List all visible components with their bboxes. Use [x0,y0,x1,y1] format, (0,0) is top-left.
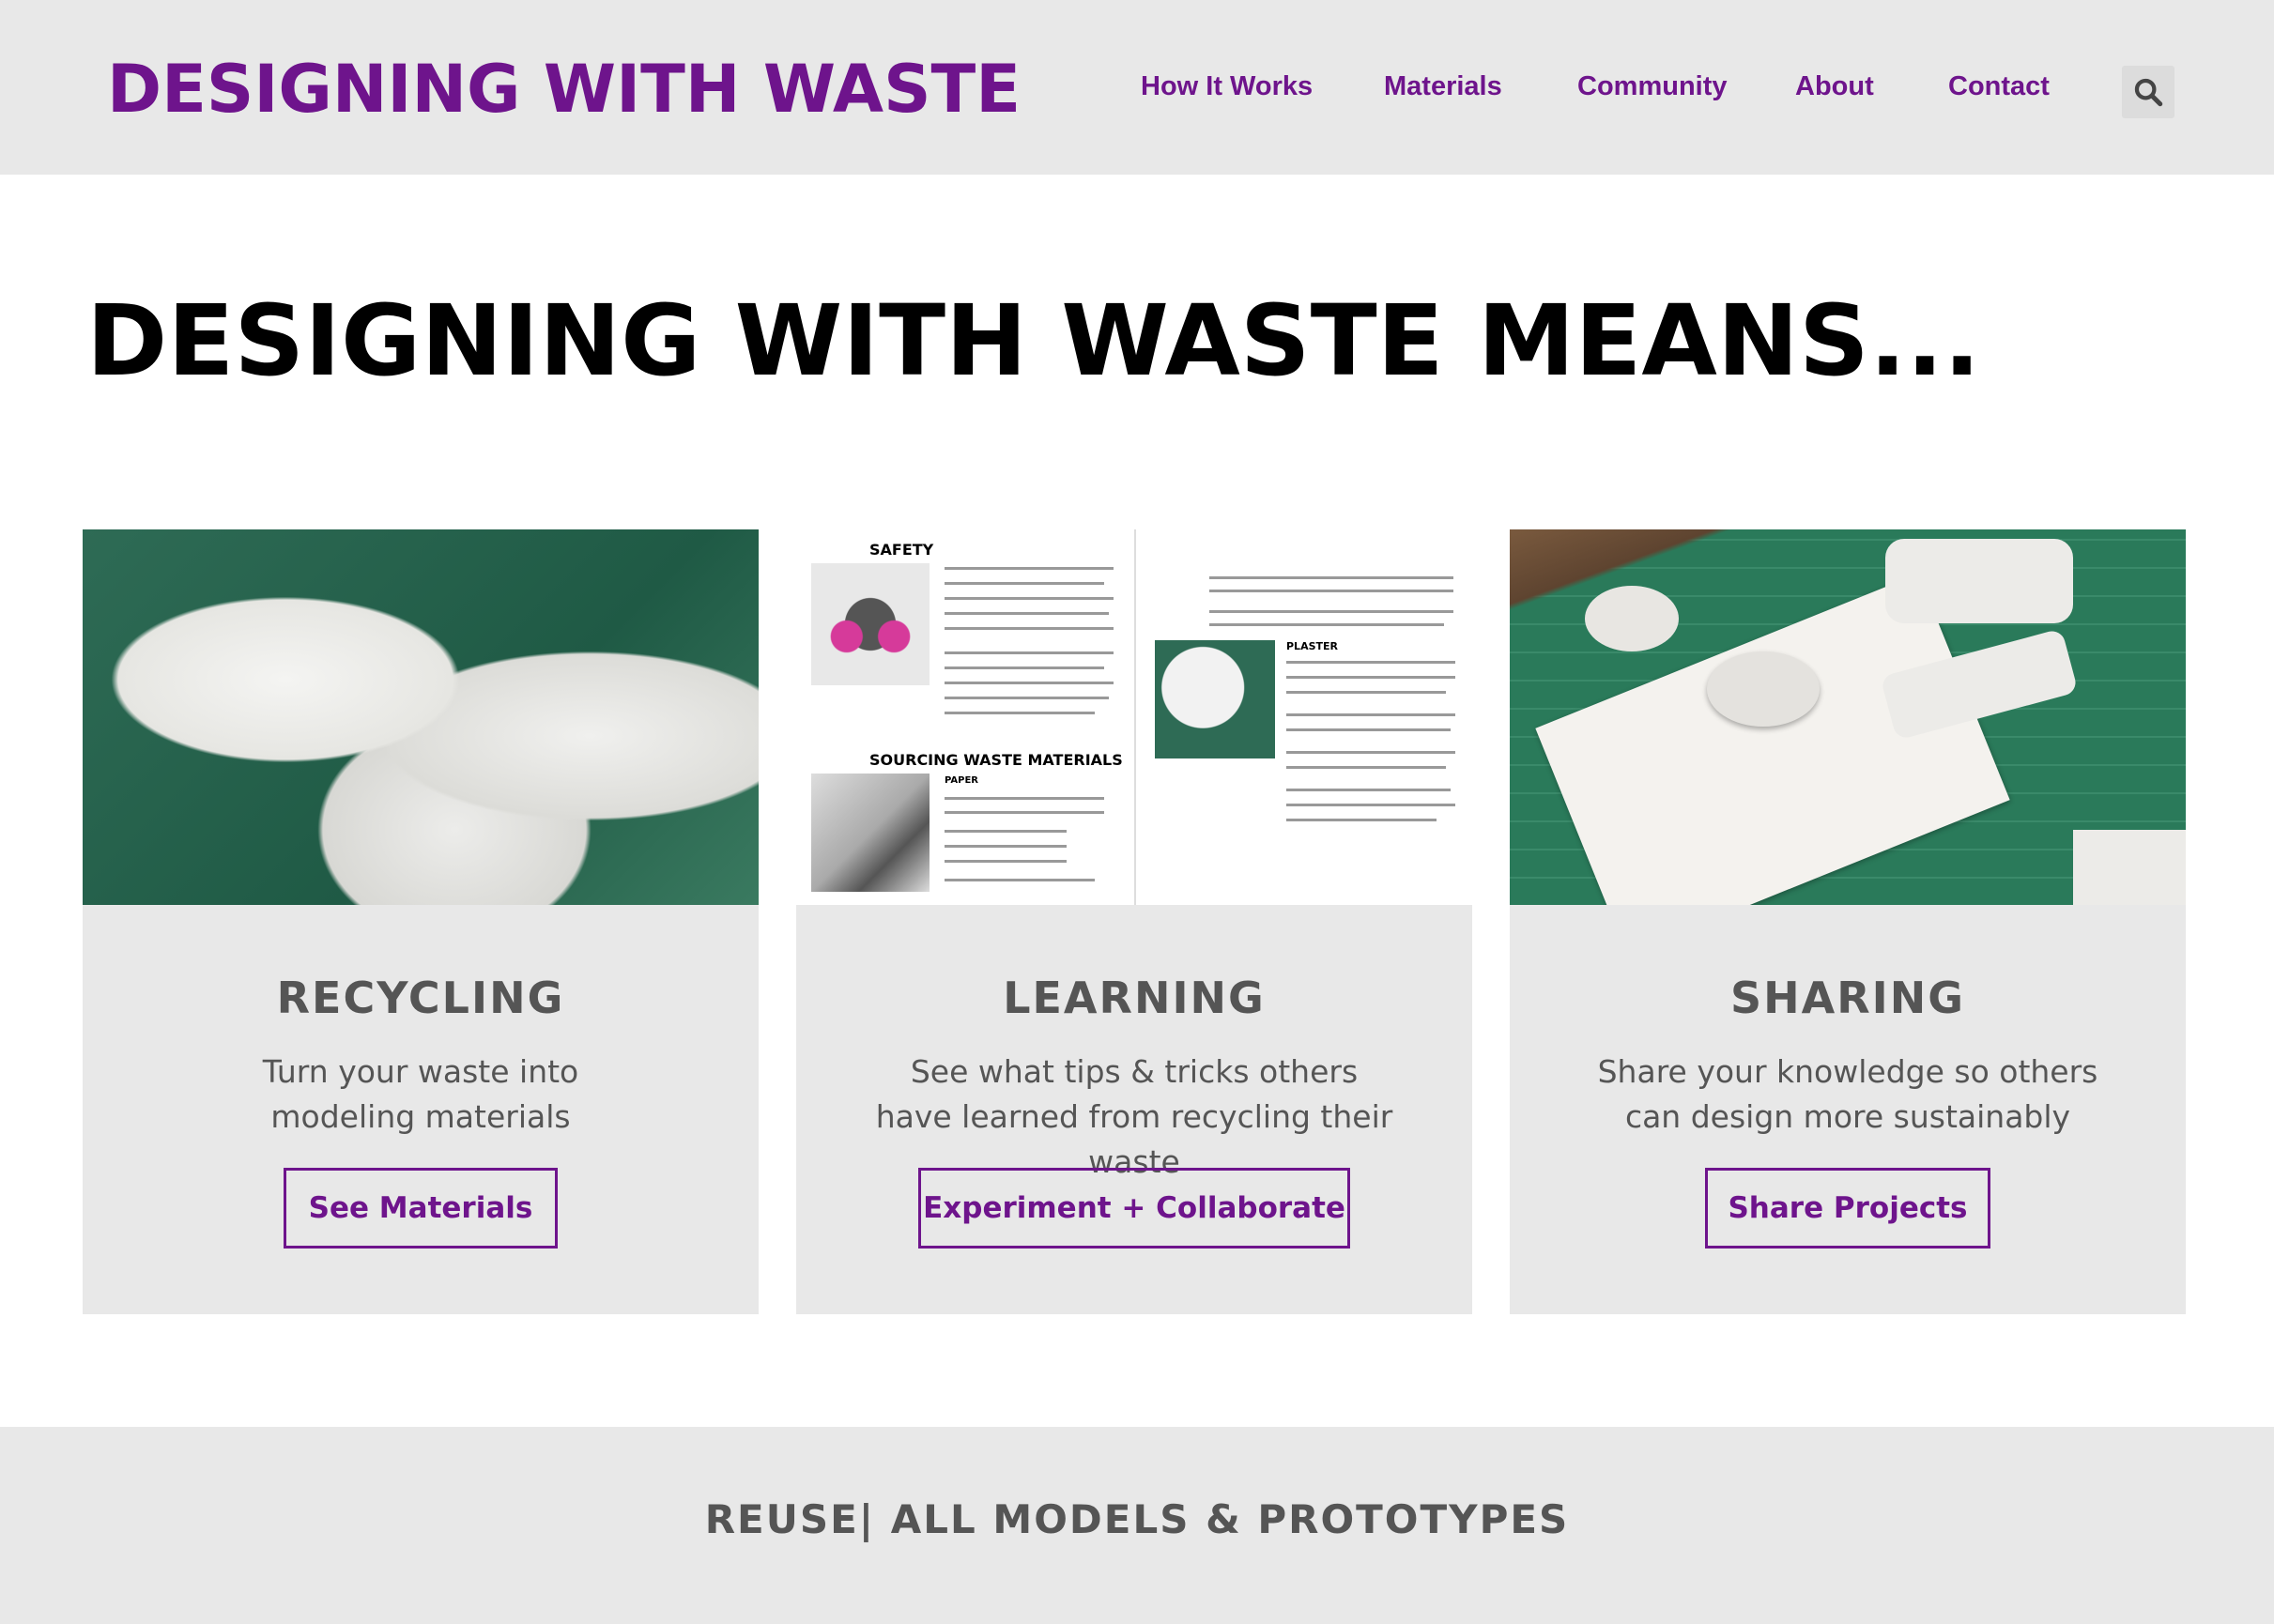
experiment-collaborate-button[interactable]: Experiment + Collaborate [918,1168,1350,1249]
search-button[interactable] [2122,66,2174,118]
booklet-page-image: SAFETY SOURCING WASTE MATERIALS PAPER PL… [796,529,1472,905]
nav-materials[interactable]: Materials [1384,71,1502,102]
booklet-heading-plaster: PLASTER [1286,640,1338,652]
nav-about[interactable]: About [1795,71,1874,102]
site-header: DESIGNING WITH WASTE How It Works Materi… [0,0,2274,175]
card-description: See what tips & tricks others have learn… [875,1053,1393,1180]
share-projects-button[interactable]: Share Projects [1705,1168,1990,1249]
nav-contact[interactable]: Contact [1948,71,2050,102]
search-icon [2134,78,2163,107]
card-description: Share your knowledge so others can desig… [1597,1053,2098,1135]
site-logo[interactable]: DESIGNING WITH WASTE [107,51,1021,128]
card-title: SHARING [1729,973,1966,1023]
card-title: RECYCLING [276,973,565,1023]
booklet-heading-safety: SAFETY [869,541,934,559]
card-title: LEARNING [1003,973,1266,1023]
page-title: DESIGNING WITH WASTE MEANS... [86,283,1981,398]
card-description: Turn your waste into modeling materials [262,1053,579,1135]
nav-how-it-works[interactable]: How It Works [1141,71,1313,102]
booklet-heading-sourcing: SOURCING WASTE MATERIALS [869,751,1123,769]
footer-heading: REUSE| ALL MODELS & PROTOTYPES [704,1496,1570,1542]
nav-community[interactable]: Community [1577,71,1728,102]
sketches-on-cutting-mat-image [1510,529,2186,905]
see-materials-button[interactable]: See Materials [284,1168,558,1249]
booklet-heading-paper: PAPER [945,775,979,786]
plaster-pieces-image [83,529,759,905]
